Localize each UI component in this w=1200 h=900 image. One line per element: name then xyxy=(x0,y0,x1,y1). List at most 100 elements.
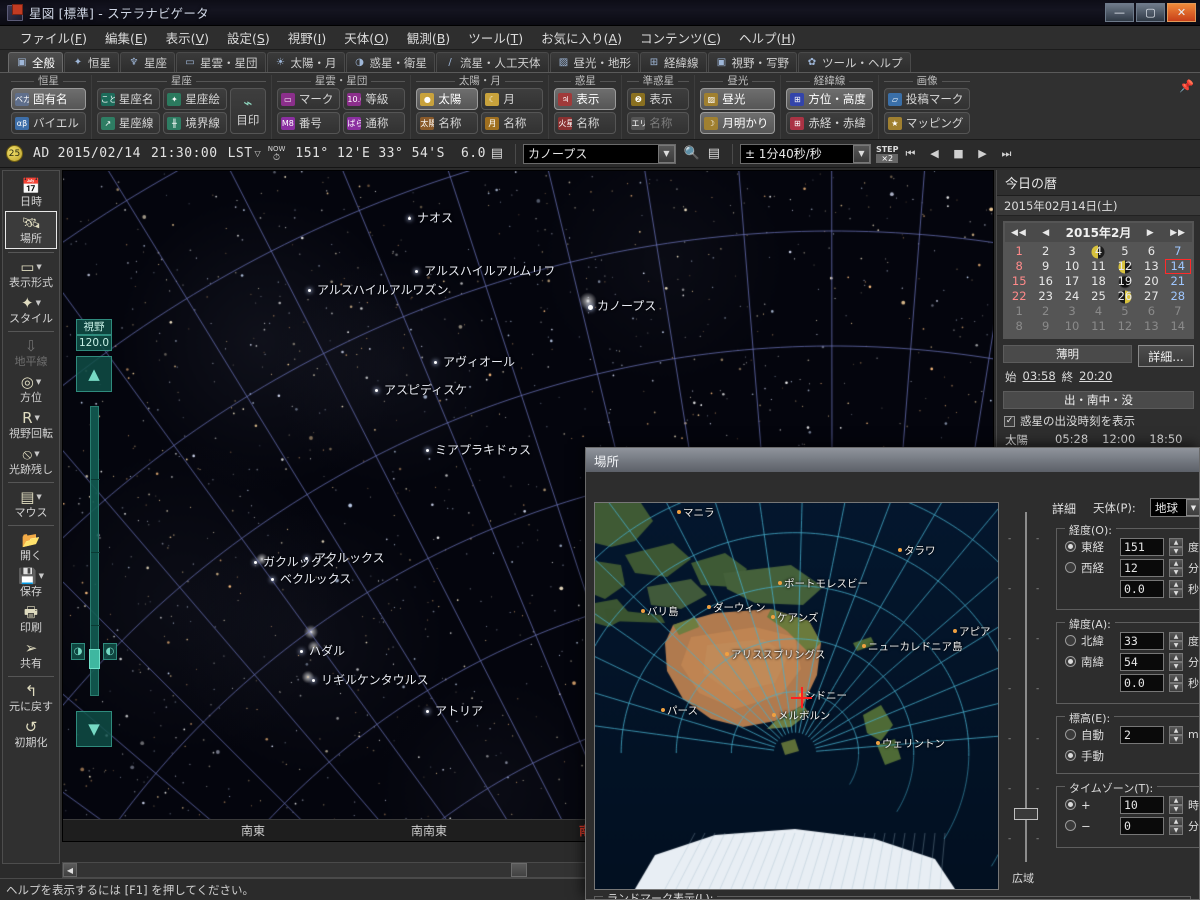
skip-forward-icon[interactable]: ⏭ xyxy=(994,144,1018,163)
star-label[interactable]: ベクルックス xyxy=(280,570,351,587)
world-map[interactable]: マニラ タラワ ポートモレスビー バリ島 ダーウィン ケアンズ アピア ニューカレドニア島 アリ… xyxy=(594,502,999,890)
tab-3[interactable]: ▭ 星雲・星団 xyxy=(176,52,266,72)
calendar-day[interactable]: 13 xyxy=(1138,259,1164,274)
zoom-slider-thumb[interactable] xyxy=(1014,808,1038,820)
chevron-down-icon[interactable]: ▼ xyxy=(852,144,870,163)
map-city-dot[interactable] xyxy=(862,644,866,648)
ribbon-button-方位・高度[interactable]: ⊞ 方位・高度 xyxy=(786,88,873,110)
map-city-label[interactable]: タラワ xyxy=(904,543,936,558)
calendar-day[interactable]: 8 xyxy=(1006,259,1032,274)
tab-8[interactable]: ⊞ 経緯線 xyxy=(640,52,707,72)
ribbon-button-赤経・赤緯[interactable]: ⊞ 赤経・赤緯 xyxy=(786,112,873,134)
menu-item-6[interactable]: 観測(B) xyxy=(399,25,458,50)
scrollbar-thumb[interactable] xyxy=(511,863,527,877)
menu-item-8[interactable]: お気に入り(A) xyxy=(533,25,630,50)
star-label[interactable]: ハダル xyxy=(309,642,345,659)
search-icon[interactable]: 🔍 xyxy=(681,144,703,164)
calendar-day[interactable]: 14 xyxy=(1165,319,1191,334)
elevation-auto-radio[interactable] xyxy=(1065,729,1076,740)
map-city-dot[interactable] xyxy=(725,652,729,656)
ribbon-button-固有名[interactable]: ベガ 固有名 xyxy=(11,88,86,110)
moon-phase-chip[interactable]: 25 xyxy=(6,145,23,162)
ribbon-button-投稿マーク[interactable]: ▱ 投稿マーク xyxy=(883,88,971,110)
star-point[interactable] xyxy=(434,361,437,364)
ribbon-button-通称[interactable]: ばら 通称 xyxy=(343,112,406,134)
calendar-day[interactable]: 28 xyxy=(1165,289,1191,304)
ribbon-button-星座名[interactable]: こと 星座名 xyxy=(96,88,161,110)
calendar-day[interactable]: 10 xyxy=(1059,319,1085,334)
latitude-seconds-row[interactable]: 0.0 ▲ ▼ 秒 xyxy=(1065,672,1199,693)
star-point[interactable] xyxy=(375,389,378,392)
latitude-south-row[interactable]: 南緯 54 ▲ ▼ 分 xyxy=(1065,651,1199,672)
tab-2[interactable]: ♆ 星座 xyxy=(120,52,175,72)
calendar-day[interactable]: 2 xyxy=(1032,244,1058,259)
fov-increase-button[interactable]: ▲ xyxy=(76,356,112,392)
ribbon-button-目印[interactable]: ⌁ 目印 xyxy=(229,88,266,134)
ribbon-button-名称[interactable]: エリス名称 xyxy=(627,112,690,134)
list-icon[interactable]: ▤ xyxy=(703,144,725,164)
star-label[interactable]: アルスハイルアルワズン xyxy=(317,281,449,298)
calendar-day[interactable]: 10 xyxy=(1059,259,1085,274)
tab-1[interactable]: ✦ 恒星 xyxy=(64,52,119,72)
calendar-day[interactable]: 1 xyxy=(1006,304,1032,319)
twilight-end-value[interactable]: 20:20 xyxy=(1079,369,1112,385)
pin-icon[interactable]: 📌 xyxy=(1179,79,1194,93)
chevron-down-icon[interactable]: ▼ xyxy=(36,259,41,276)
map-city-dot[interactable] xyxy=(772,713,776,717)
star-point[interactable] xyxy=(254,561,257,564)
latitude-north-radio[interactable] xyxy=(1065,635,1076,646)
star-label[interactable]: カノープス xyxy=(597,297,656,314)
calendar-day[interactable]: 3 xyxy=(1059,304,1085,319)
left-tool-日時[interactable]: 📅 日時 xyxy=(5,175,57,211)
left-tool-光跡残し[interactable]: ⦸ ▼ 光跡残し xyxy=(5,443,57,479)
elevation-value[interactable]: 6.0 xyxy=(461,146,486,161)
longitude-seconds-field[interactable]: 0.0 xyxy=(1120,579,1164,598)
timezone-minute-spinner[interactable]: ▲ ▼ xyxy=(1169,816,1183,835)
ribbon-button-マッピング[interactable]: ★ マッピング xyxy=(883,112,971,134)
play-forward-icon[interactable]: ▶ xyxy=(970,144,994,163)
next-month-button[interactable]: ▶ xyxy=(1147,228,1155,238)
map-city-dot[interactable] xyxy=(641,609,645,613)
planet-rise-checkbox[interactable]: ✓ xyxy=(1004,415,1015,427)
calendar-day[interactable]: 2 xyxy=(1032,304,1058,319)
left-tool-元に戻す[interactable]: ↰ 元に戻す xyxy=(5,680,57,716)
fov-step-left-button[interactable]: ◑ xyxy=(71,643,85,660)
longitude-value[interactable]: 151° 12'E xyxy=(295,146,370,161)
calendar-day[interactable]: 4 xyxy=(1085,304,1111,319)
longitude-minutes-field[interactable]: 12 xyxy=(1120,558,1164,577)
chevron-down-icon[interactable]: ▼ xyxy=(34,446,39,463)
map-city-label[interactable]: マニラ xyxy=(683,505,715,520)
longitude-east-radio[interactable] xyxy=(1065,541,1076,552)
calendar-day[interactable]: 4 xyxy=(1085,244,1111,259)
ribbon-button-名称[interactable]: 太陽 名称 xyxy=(416,112,479,134)
left-tool-地平線[interactable]: ⇩ 地平線 xyxy=(5,335,57,371)
calendar-day[interactable]: 16 xyxy=(1032,274,1058,289)
longitude-degrees-spinner[interactable]: ▲ ▼ xyxy=(1169,537,1183,556)
map-city-dot[interactable] xyxy=(778,581,782,585)
close-button[interactable]: ✕ xyxy=(1167,3,1196,22)
map-city-dot[interactable] xyxy=(876,741,880,745)
star-point[interactable] xyxy=(271,578,274,581)
latitude-degrees-spinner[interactable]: ▲ ▼ xyxy=(1169,631,1183,650)
tab-7[interactable]: ▨ 昼光・地形 xyxy=(549,52,639,72)
timezone-plus-radio[interactable] xyxy=(1065,799,1076,810)
map-city-dot[interactable] xyxy=(661,708,665,712)
map-city-label[interactable]: ダーウィン xyxy=(713,600,766,615)
calendar-day[interactable]: 18 xyxy=(1085,274,1111,289)
calendar-day[interactable]: 23 xyxy=(1032,289,1058,304)
tab-10[interactable]: ✿ ツール・ヘルプ xyxy=(798,52,911,72)
menu-item-3[interactable]: 設定(S) xyxy=(219,25,278,50)
calendar-day[interactable]: 14 xyxy=(1164,259,1192,274)
left-tool-共有[interactable]: ➢ 共有 xyxy=(5,637,57,673)
next-year-button[interactable]: ▶▶ xyxy=(1170,228,1186,238)
calendar-day[interactable]: 11 xyxy=(1085,259,1111,274)
minimize-button[interactable]: — xyxy=(1105,3,1134,22)
play-back-icon[interactable]: ◀ xyxy=(922,144,946,163)
latitude-degrees-field[interactable]: 33 xyxy=(1120,631,1164,650)
timezone-plus-row[interactable]: + 10 ▲ ▼ 時 xyxy=(1065,794,1199,815)
longitude-seconds-spinner[interactable]: ▲ ▼ xyxy=(1169,579,1183,598)
left-tool-保存[interactable]: 💾 ▼ 保存 xyxy=(5,565,57,601)
chevron-down-icon[interactable]: ▼ xyxy=(1186,499,1199,516)
elevation-field[interactable]: 2 xyxy=(1120,725,1164,744)
time-speed-combo[interactable]: ± 1分40秒/秒 ▼ xyxy=(739,143,871,164)
